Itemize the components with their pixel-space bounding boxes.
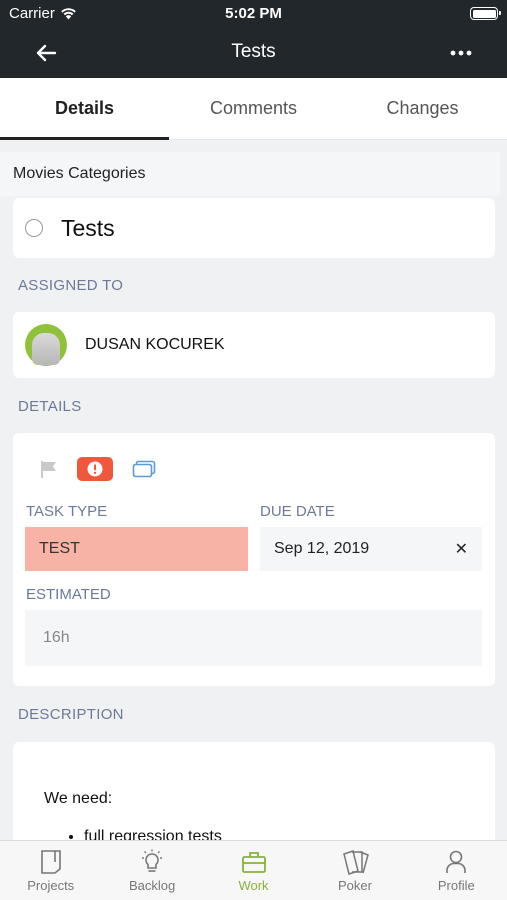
description-card[interactable]: We need: full regression tests: [13, 742, 495, 840]
priority-badge[interactable]: [77, 457, 113, 481]
project-name[interactable]: Movies Categories: [0, 152, 500, 196]
description-list: full regression tests: [44, 828, 495, 840]
lightbulb-icon: [142, 849, 163, 872]
tab-projects[interactable]: Projects: [0, 841, 101, 900]
list-item: full regression tests: [84, 828, 495, 840]
task-complete-checkbox[interactable]: [25, 219, 43, 237]
estimated-label: ESTIMATED: [26, 586, 111, 603]
page-title: Tests: [231, 41, 276, 62]
tab-work-label: Work: [238, 878, 269, 893]
tab-backlog[interactable]: Backlog: [101, 841, 202, 900]
tab-profile[interactable]: Profile: [406, 841, 507, 900]
due-date-value: Sep 12, 2019: [274, 540, 370, 557]
tab-work[interactable]: Work: [203, 841, 304, 900]
description-label: DESCRIPTION: [18, 706, 124, 723]
tab-details[interactable]: Details: [0, 78, 169, 140]
flag-icon[interactable]: [39, 459, 59, 479]
task-title-card: Tests: [13, 198, 495, 258]
tab-poker[interactable]: Poker: [304, 841, 405, 900]
alert-icon: [87, 461, 103, 477]
clear-date-icon[interactable]: ✕: [455, 539, 468, 559]
bottom-tab-bar: Projects Backlog Work Poker Profile: [0, 840, 507, 900]
more-button[interactable]: [445, 38, 477, 68]
task-detail-content[interactable]: Movies Categories Tests ASSIGNED TO DUSA…: [0, 140, 507, 840]
task-type-label: TASK TYPE: [26, 503, 108, 520]
person-icon: [446, 850, 467, 873]
description-intro: We need:: [44, 790, 113, 807]
assigned-to-label: ASSIGNED TO: [18, 277, 124, 294]
clock: 5:02 PM: [225, 5, 282, 22]
cards-stack-icon[interactable]: [131, 458, 157, 480]
detail-tabs: Details Comments Changes: [0, 78, 507, 140]
due-date-field[interactable]: Sep 12, 2019 ✕: [260, 527, 482, 571]
tab-projects-label: Projects: [27, 878, 75, 893]
projects-icon: [40, 850, 61, 874]
cards-icon: [343, 850, 369, 875]
tab-comments[interactable]: Comments: [169, 78, 338, 139]
assignee-card[interactable]: DUSAN KOCUREK: [13, 312, 495, 378]
tab-changes[interactable]: Changes: [338, 78, 507, 139]
avatar: [25, 324, 67, 366]
tab-backlog-label: Backlog: [128, 878, 176, 893]
status-bar: Carrier 5:02 PM: [0, 0, 507, 28]
details-card: TASK TYPE DUE DATE TEST Sep 12, 2019 ✕ E…: [13, 433, 495, 686]
estimated-input[interactable]: 16h: [25, 610, 482, 666]
detail-icons: [39, 457, 157, 481]
details-section-label: DETAILS: [18, 398, 82, 415]
due-date-label: DUE DATE: [260, 503, 335, 520]
task-type-select[interactable]: TEST: [25, 527, 248, 571]
battery-icon: [470, 7, 501, 20]
tab-profile-label: Profile: [437, 878, 475, 893]
more-dots-icon: [450, 50, 472, 56]
tab-poker-label: Poker: [337, 878, 372, 893]
nav-bar: Tests: [0, 28, 507, 78]
briefcase-icon: [241, 852, 266, 873]
task-title[interactable]: Tests: [61, 215, 115, 242]
assignee-name: DUSAN KOCUREK: [85, 336, 225, 353]
